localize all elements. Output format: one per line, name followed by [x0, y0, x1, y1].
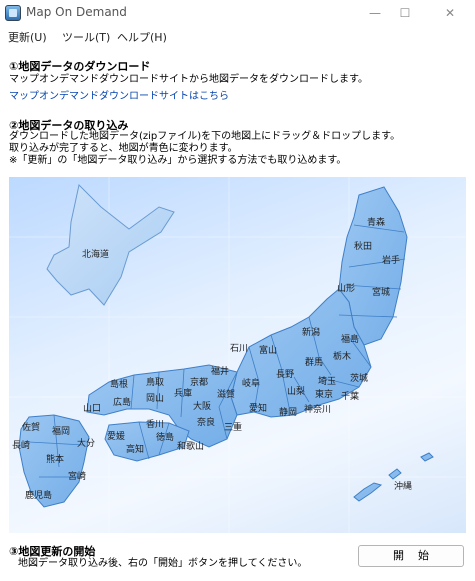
pref-niigata[interactable]: 新潟 [302, 325, 320, 338]
pref-akita[interactable]: 秋田 [354, 239, 372, 252]
pref-okayama[interactable]: 岡山 [146, 391, 164, 404]
pref-tochigi[interactable]: 栃木 [333, 349, 351, 362]
pref-hokkaido[interactable]: 北海道 [82, 247, 109, 260]
section3-heading: ③地図更新の開始 [9, 545, 96, 558]
pref-osaka[interactable]: 大阪 [193, 399, 211, 412]
pref-kanagawa[interactable]: 神奈川 [304, 402, 331, 415]
pref-kochi[interactable]: 高知 [126, 442, 144, 455]
pref-iwate[interactable]: 岩手 [382, 253, 400, 266]
pref-kumamoto[interactable]: 熊本 [46, 452, 64, 465]
close-button[interactable]: ✕ [430, 0, 470, 26]
pref-yamanashi[interactable]: 山梨 [287, 384, 305, 397]
pref-miyazaki[interactable]: 宮崎 [68, 469, 86, 482]
pref-nara[interactable]: 奈良 [197, 415, 215, 428]
pref-nagasaki[interactable]: 長崎 [12, 438, 30, 451]
section1-heading: ①地図データのダウンロード [9, 60, 151, 73]
japan-map-drop-area[interactable]: 青森 秋田 岩手 北海道 山形 宮城 新潟 福島 石川 富山 長野 群馬 栃木 … [9, 177, 466, 533]
pref-wakayama[interactable]: 和歌山 [177, 439, 204, 452]
section1-text: マップオンデマンドダウンロードサイトから地図データをダウンロードします。 [9, 74, 368, 85]
pref-fukuoka[interactable]: 福岡 [52, 424, 70, 437]
pref-yamagata[interactable]: 山形 [337, 281, 355, 294]
pref-chiba[interactable]: 千葉 [341, 389, 359, 402]
pref-gifu[interactable]: 岐阜 [242, 376, 260, 389]
download-site-link[interactable]: マップオンデマンドダウンロードサイトはこちら [9, 91, 229, 103]
section2-line3: ※「更新」の「地図データ取り込み」から選択する方法でも取り込めます。 [9, 155, 347, 166]
pref-miyagi[interactable]: 宮城 [372, 285, 390, 298]
pref-mie[interactable]: 三重 [224, 420, 242, 433]
window-title: Map On Demand [26, 5, 127, 19]
pref-hyogo[interactable]: 兵庫 [174, 386, 192, 399]
pref-shizuoka[interactable]: 静岡 [279, 405, 297, 418]
pref-saga[interactable]: 佐賀 [22, 420, 40, 433]
pref-shimane[interactable]: 島根 [110, 377, 128, 390]
pref-oita[interactable]: 大分 [77, 436, 95, 449]
pref-tokyo[interactable]: 東京 [315, 387, 333, 400]
title-bar: Map On Demand — ☐ ✕ [0, 0, 475, 26]
section2-line1: ダウンロードした地図データ(zipファイル)を下の地図上にドラッグ＆ドロップしま… [9, 131, 401, 142]
pref-toyama[interactable]: 富山 [259, 343, 277, 356]
pref-fukui[interactable]: 福井 [211, 364, 229, 377]
pref-hiroshima[interactable]: 広島 [113, 395, 131, 408]
pref-kyoto[interactable]: 京都 [190, 375, 208, 388]
section3-text: 地図データ取り込み後、右の「開始」ボタンを押してください。 [18, 558, 308, 569]
pref-fukushima[interactable]: 福島 [341, 332, 359, 345]
pref-ishikawa[interactable]: 石川 [230, 341, 248, 354]
pref-aichi[interactable]: 愛知 [249, 401, 267, 414]
pref-ehime[interactable]: 愛媛 [107, 429, 125, 442]
menu-update[interactable]: 更新(U) [8, 29, 47, 45]
section2-line2: 取り込みが完了すると、地図が青色に変わります。 [9, 143, 238, 154]
pref-kagoshima[interactable]: 鹿児島 [25, 488, 52, 501]
pref-shiga[interactable]: 滋賀 [217, 387, 235, 400]
app-icon [5, 5, 21, 21]
start-button[interactable]: 開始 [358, 545, 464, 567]
pref-tokushima[interactable]: 徳島 [156, 430, 174, 443]
pref-kagawa[interactable]: 香川 [146, 417, 164, 430]
maximize-button[interactable]: ☐ [385, 0, 425, 26]
pref-yamaguchi[interactable]: 山口 [83, 401, 101, 414]
menu-tools[interactable]: ツール(T) [62, 29, 110, 45]
pref-ibaraki[interactable]: 茨城 [350, 371, 368, 384]
menu-help[interactable]: ヘルプ(H) [117, 29, 167, 45]
pref-okinawa[interactable]: 沖縄 [394, 479, 412, 492]
hokkaido-shape [46, 183, 175, 306]
pref-gunma[interactable]: 群馬 [305, 355, 323, 368]
pref-tottori[interactable]: 鳥取 [146, 375, 164, 388]
pref-nagano[interactable]: 長野 [276, 367, 294, 380]
pref-saitama[interactable]: 埼玉 [318, 374, 336, 387]
menu-bar: 更新(U) ツール(T) ヘルプ(H) [0, 26, 475, 46]
pref-aomori[interactable]: 青森 [367, 215, 385, 228]
